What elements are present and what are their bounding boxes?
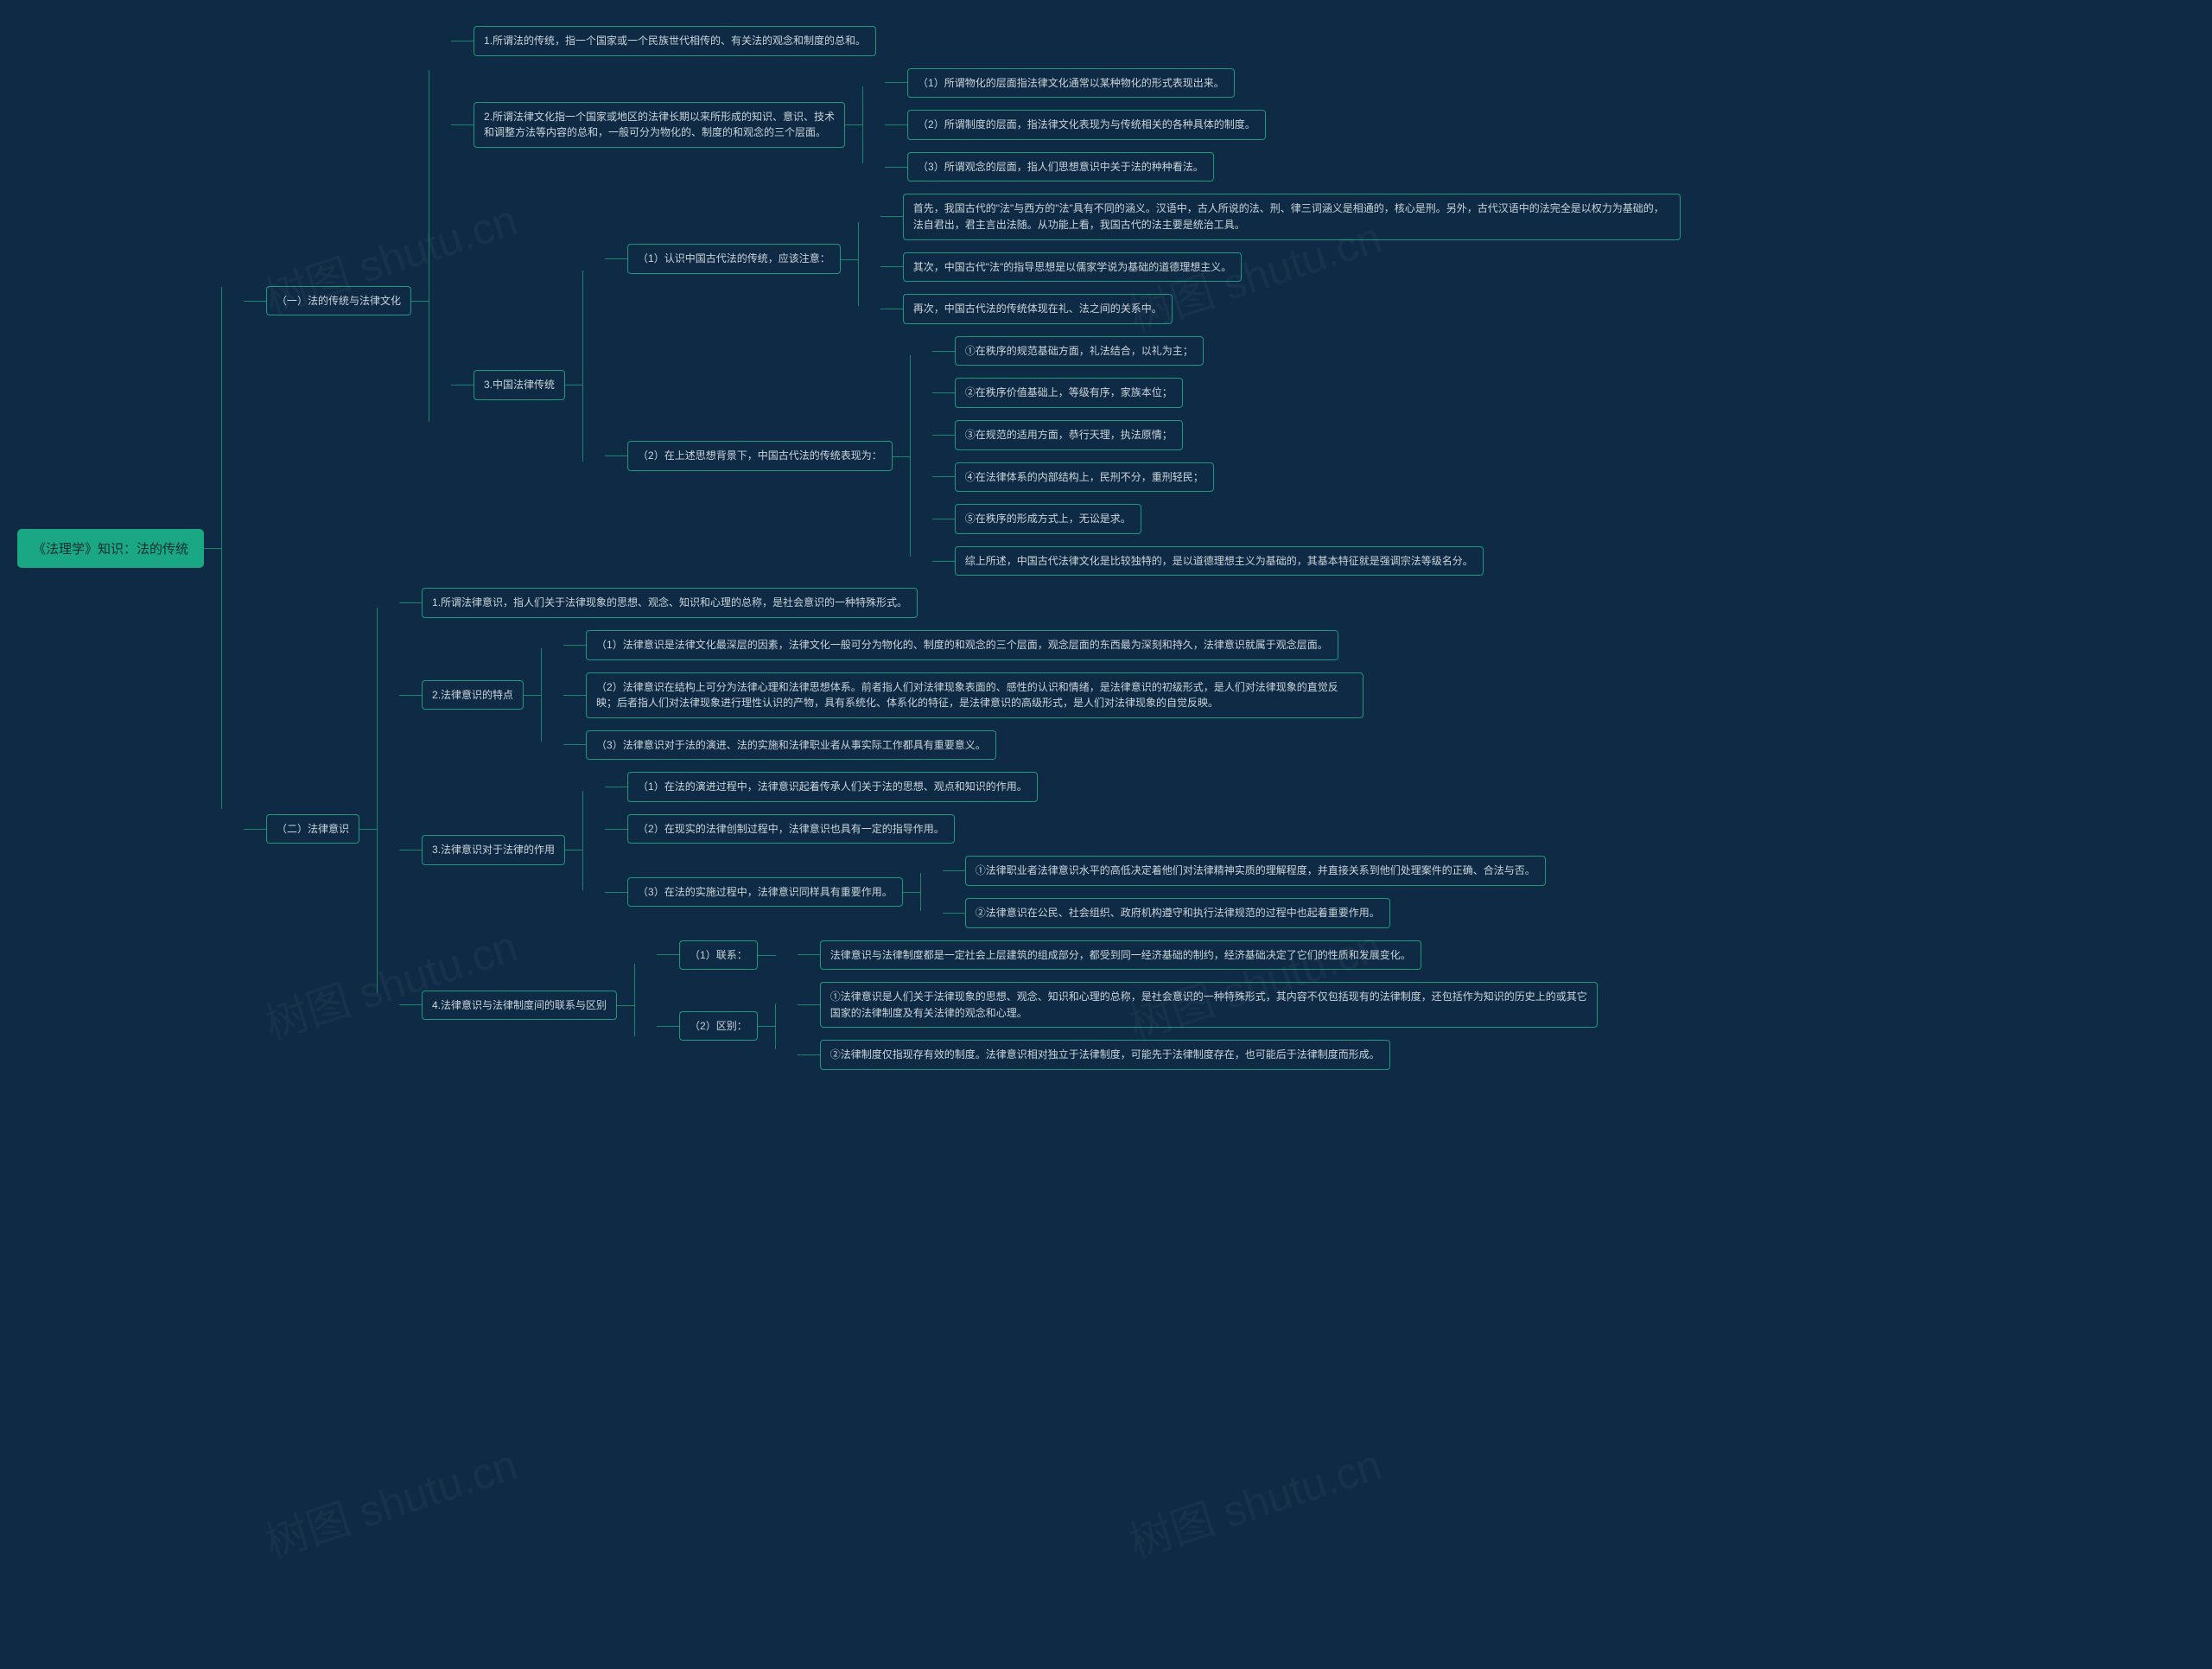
connector bbox=[359, 588, 399, 1070]
s1-n3-p1-a[interactable]: 首先，我国古代的"法"与西方的"法"具有不同的涵义。汉语中，古人所说的法、刑、律… bbox=[903, 194, 1681, 239]
s1-n3-p2: （2）在上述思想背景下，中国古代法的传统表现为： ①在秩序的规范基础方面，礼法结… bbox=[627, 336, 1484, 577]
s1-n3-p2-title[interactable]: （2）在上述思想背景下，中国古代法的传统表现为： bbox=[627, 441, 893, 471]
section-1-title[interactable]: （一）法的传统与法律文化 bbox=[266, 286, 411, 316]
s2-n3-c3-b[interactable]: ②法律意识在公民、社会组织、政府机构遵守和执行法律规范的过程中也起着重要作用。 bbox=[965, 898, 1390, 928]
connector-stub bbox=[244, 829, 266, 830]
s2-n2-title[interactable]: 2.法律意识的特点 bbox=[422, 680, 524, 710]
connector bbox=[565, 772, 605, 927]
s1-n3-title[interactable]: 3.中国法律传统 bbox=[474, 370, 565, 400]
s1-n3-p2-d[interactable]: ④在法律体系的内部结构上，民刑不分，重刑轻民； bbox=[955, 462, 1214, 493]
s1-n3-p1-title[interactable]: （1）认识中国古代法的传统，应该注意： bbox=[627, 244, 841, 274]
s2-n4-lx-text[interactable]: 法律意识与法律制度都是一定社会上层建筑的组成部分，都受到同一经济基础的制约，经济… bbox=[820, 940, 1421, 971]
s2-n2: 2.法律意识的特点 （1）法律意识是法律文化最深层的因素，法律文化一般可分为物化… bbox=[422, 630, 1363, 760]
connector bbox=[524, 630, 563, 760]
s1-n1[interactable]: 1.所谓法的传统，指一个国家或一个民族世代相传的、有关法的观念和制度的总和。 bbox=[474, 26, 876, 56]
s2-n4-lx-label[interactable]: （1）联系： bbox=[679, 940, 758, 971]
connector-stub bbox=[244, 301, 266, 302]
mindmap: 《法理学》知识：法的传统 （一）法的传统与法律文化 1.所谓法的传统，指一个国家… bbox=[17, 26, 2195, 1070]
s2-n3: 3.法律意识对于法律的作用 （1）在法的演进过程中，法律意识起着传承人们关于法的… bbox=[422, 772, 1546, 927]
connector-stub bbox=[451, 124, 474, 125]
s2-n3-c3: （3）在法的实施过程中，法律意识同样具有重要作用。 ①法律职业者法律意识水平的高… bbox=[627, 856, 1546, 927]
s1-n2: 2.所谓法律文化指一个国家或地区的法律长期以来所形成的知识、意识、技术和调整方法… bbox=[474, 68, 1266, 182]
s1-n3-p1: （1）认识中国古代法的传统，应该注意： 首先，我国古代的"法"与西方的"法"具有… bbox=[627, 194, 1681, 323]
s2-n3-c3-a[interactable]: ①法律职业者法律意识水平的高低决定着他们对法律精神实质的理解程度，并直接关系到他… bbox=[965, 856, 1546, 886]
connector bbox=[758, 982, 798, 1070]
s1-n3-p2-b[interactable]: ②在秩序价值基础上，等级有序，家族本位； bbox=[955, 378, 1183, 408]
s2-n4-qb-b[interactable]: ②法律制度仅指现存有效的制度。法律意识相对独立于法律制度，可能先于法律制度存在，… bbox=[820, 1040, 1390, 1070]
s1-n3: 3.中国法律传统 （1）认识中国古代法的传统，应该注意： bbox=[474, 194, 1681, 576]
root-node[interactable]: 《法理学》知识：法的传统 bbox=[17, 529, 204, 568]
s2-n4-qb: （2）区别： ①法律意识是人们关于法律现象的思想、观念、知识和心理的总称，是社会… bbox=[679, 982, 1598, 1070]
section-2-title[interactable]: （二）法律意识 bbox=[266, 814, 359, 844]
s2-n3-c3-title[interactable]: （3）在法的实施过程中，法律意识同样具有重要作用。 bbox=[627, 877, 903, 908]
section-1: （一）法的传统与法律文化 1.所谓法的传统，指一个国家或一个民族世代相传的、有关… bbox=[266, 26, 1681, 576]
s1-n3-p2-c[interactable]: ③在规范的适用方面，恭行天理，执法原情； bbox=[955, 420, 1183, 450]
s2-n3-c2[interactable]: （2）在现实的法律创制过程中，法律意识也具有一定的指导作用。 bbox=[627, 814, 955, 844]
s2-n4-qb-a[interactable]: ①法律意识是人们关于法律现象的思想、观念、知识和心理的总称，是社会意识的一种特殊… bbox=[820, 982, 1598, 1028]
s1-n2-c3[interactable]: （3）所谓观念的层面，指人们思想意识中关于法的种种看法。 bbox=[907, 152, 1214, 182]
connector bbox=[845, 68, 885, 182]
s1-n3-p2-e[interactable]: ⑤在秩序的形成方式上，无讼是求。 bbox=[955, 504, 1141, 534]
connector bbox=[893, 336, 932, 577]
connector bbox=[411, 26, 451, 576]
s2-n3-c1[interactable]: （1）在法的演进过程中，法律意识起着传承人们关于法的思想、观点和知识的作用。 bbox=[627, 772, 1038, 802]
s2-n4-qb-label[interactable]: （2）区别： bbox=[679, 1011, 758, 1042]
section-2: （二）法律意识 1.所谓法律意识，指人们关于法律现象的思想、观念、知识和心理的总… bbox=[266, 588, 1598, 1070]
s1-n2-c1[interactable]: （1）所谓物化的层面指法律文化通常以某种物化的形式表现出来。 bbox=[907, 68, 1235, 99]
connector bbox=[903, 856, 943, 927]
s2-n4: 4.法律意识与法律制度间的联系与区别 （1）联系： bbox=[422, 940, 1598, 1070]
s1-n2-title[interactable]: 2.所谓法律文化指一个国家或地区的法律长期以来所形成的知识、意识、技术和调整方法… bbox=[474, 102, 845, 148]
connector bbox=[565, 194, 605, 576]
s2-n4-title[interactable]: 4.法律意识与法律制度间的联系与区别 bbox=[422, 991, 617, 1021]
s1-n3-p1-b[interactable]: 其次，中国古代"法"的指导思想是以儒家学说为基础的道德理想主义。 bbox=[903, 252, 1243, 283]
connector bbox=[204, 26, 244, 1070]
s2-n4-lx: （1）联系： 法律意识与法律制度都是一定社会上层建筑的组成部分，都受到同一经济基… bbox=[679, 940, 1421, 971]
s2-n2-c1[interactable]: （1）法律意识是法律文化最深层的因素，法律文化一般可分为物化的、制度的和观念的三… bbox=[586, 630, 1338, 660]
watermark: 树图 shutu.cn bbox=[256, 1430, 524, 1570]
s2-n2-c3[interactable]: （3）法律意识对于法的演进、法的实施和法律职业者从事实际工作都具有重要意义。 bbox=[586, 730, 996, 761]
s1-n2-c2[interactable]: （2）所谓制度的层面，指法律文化表现为与传统相关的各种具体的制度。 bbox=[907, 110, 1266, 140]
s1-n3-p2-a[interactable]: ①在秩序的规范基础方面，礼法结合，以礼为主； bbox=[955, 336, 1204, 366]
s2-n2-c2[interactable]: （2）法律意识在结构上可分为法律心理和法律思想体系。前者指人们对法律现象表面的、… bbox=[586, 672, 1363, 718]
connector bbox=[617, 940, 657, 1070]
root-children: （一）法的传统与法律文化 1.所谓法的传统，指一个国家或一个民族世代相传的、有关… bbox=[244, 26, 1681, 1070]
s2-n1[interactable]: 1.所谓法律意识，指人们关于法律现象的思想、观念、知识和心理的总称，是社会意识的… bbox=[422, 588, 918, 618]
s1-n3-p1-c[interactable]: 再次，中国古代法的传统体现在礼、法之间的关系中。 bbox=[903, 294, 1173, 324]
watermark: 树图 shutu.cn bbox=[1120, 1430, 1388, 1570]
s1-n3-p2-sum[interactable]: 综上所述，中国古代法律文化是比较独特的，是以道德理想主义为基础的，其基本特征就是… bbox=[955, 546, 1484, 577]
s2-n3-title[interactable]: 3.法律意识对于法律的作用 bbox=[422, 835, 565, 865]
connector bbox=[758, 940, 798, 971]
connector bbox=[841, 194, 880, 323]
